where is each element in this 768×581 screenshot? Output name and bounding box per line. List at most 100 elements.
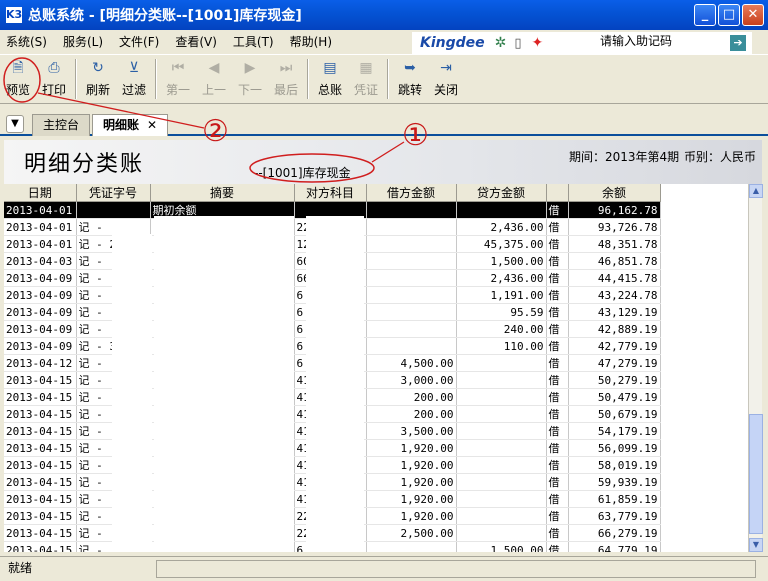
tab-dropdown-icon[interactable]: ▼ — [6, 115, 24, 133]
next-icon: ▶ — [244, 60, 256, 76]
maximize-button[interactable]: □ — [718, 4, 740, 26]
vertical-scrollbar[interactable]: ▲ ▼ — [748, 184, 763, 552]
minimize-button[interactable]: _ — [694, 4, 716, 26]
toolbar-refresh-button[interactable]: ↻ 刷新 — [80, 55, 116, 101]
table-cell — [366, 218, 457, 236]
close-window-button[interactable]: ✕ — [742, 4, 764, 26]
column-header[interactable]: 余额 — [568, 184, 661, 202]
toolbar-ledger-button[interactable]: ▤ 总账 — [312, 55, 348, 101]
table-cell: 2,436.00 — [456, 218, 547, 236]
scroll-thumb[interactable] — [749, 414, 763, 534]
toolbar-first-button[interactable]: ⏮ 第一 — [160, 55, 196, 101]
table-cell: 61,859.19 — [568, 490, 661, 508]
table-cell — [366, 337, 457, 355]
table-cell — [366, 201, 457, 219]
scroll-down-icon[interactable]: ▼ — [749, 538, 763, 552]
toolbar-separator — [155, 59, 157, 99]
toolbar-print-button[interactable]: ⎙ 打印 — [36, 55, 72, 101]
menu-file[interactable]: 文件(F) — [113, 33, 165, 50]
table-cell: 借 — [546, 490, 569, 508]
column-header[interactable]: 对方科目 — [294, 184, 367, 202]
table-cell: 2013-04-09 — [4, 320, 77, 338]
menu-view[interactable]: 查看(V) — [169, 33, 223, 50]
column-header[interactable]: 贷方金额 — [456, 184, 547, 202]
prev-icon: ◀ — [208, 60, 220, 76]
status-text: 就绪 — [8, 561, 33, 575]
toolbar-preview-button[interactable]: 🗎 预览 — [0, 55, 36, 101]
toolbar-separator — [387, 59, 389, 99]
table-cell — [366, 303, 457, 321]
column-header[interactable]: 凭证字号 — [76, 184, 151, 202]
table-cell: 借 — [546, 541, 569, 552]
toolbar-last-button[interactable]: ⏭ 最后 — [268, 55, 304, 101]
table-cell — [456, 201, 547, 219]
toolbar-filter-button[interactable]: ⊻ 过滤 — [116, 55, 152, 101]
table-cell: 54,179.19 — [568, 422, 661, 440]
toolbar-label: 过滤 — [121, 83, 146, 97]
app-window: K3 总账系统 - [明细分类账--[1001]库存现金] _ □ ✕ 系统(S… — [0, 0, 768, 581]
table-cell: 2013-04-15 — [4, 490, 77, 508]
table-cell: 2013-04-15 — [4, 541, 77, 552]
table-cell — [366, 320, 457, 338]
tab-label: 明细账 — [103, 118, 140, 132]
phone-icon: ▯ — [514, 35, 522, 51]
menu-help[interactable]: 帮助(H) — [284, 33, 338, 50]
toolbar-next-button[interactable]: ▶ 下一 — [232, 55, 268, 101]
redaction-block — [306, 216, 364, 552]
table-cell: 1,191.00 — [456, 286, 547, 304]
menu-service[interactable]: 服务(L) — [57, 33, 109, 50]
table-cell — [456, 490, 547, 508]
table-cell: 66,279.19 — [568, 524, 661, 542]
table-cell — [456, 388, 547, 406]
column-header[interactable]: 日期 — [4, 184, 77, 202]
tab-close-icon[interactable]: ✕ — [147, 118, 157, 132]
toolbar-label: 刷新 — [85, 83, 110, 97]
table-cell: 借 — [546, 201, 569, 219]
toolbar-voucher-button[interactable]: ▦ 凭证 — [348, 55, 384, 101]
toolbar: 🗎 预览 ⎙ 打印 ↻ 刷新 ⊻ 过滤 ⏮ 第一 ◀ 上一 ▶ 下一 ⏭ 最后 ▤ 总账 ▦ 凭证 … — [0, 54, 768, 104]
tab-main-console[interactable]: 主控台 — [32, 114, 91, 136]
table-cell: 借 — [546, 405, 569, 423]
scroll-up-icon[interactable]: ▲ — [749, 184, 763, 198]
table-cell — [366, 269, 457, 287]
table-header-row: 日期 凭证字号 摘要 对方科目 借方金额 贷方金额 余额 — [4, 184, 661, 202]
column-header[interactable] — [546, 184, 569, 202]
toolbar-prev-button[interactable]: ◀ 上一 — [196, 55, 232, 101]
go-button[interactable]: ➔ — [730, 35, 746, 51]
table-cell: 2013-04-15 — [4, 439, 77, 457]
title-bar: K3 总账系统 - [明细分类账--[1001]库存现金] _ □ ✕ — [0, 0, 768, 30]
menu-system[interactable]: 系统(S) — [0, 33, 53, 50]
table-cell — [366, 286, 457, 304]
column-header[interactable]: 借方金额 — [366, 184, 457, 202]
table-cell: 借 — [546, 456, 569, 474]
tab-detail-ledger[interactable]: 明细账 ✕ — [92, 114, 169, 136]
toolbar-close-button[interactable]: ⇥ 关闭 — [428, 55, 464, 101]
menu-tools[interactable]: 工具(T) — [227, 33, 280, 50]
table-cell — [366, 252, 457, 270]
toolbar-label: 跳转 — [397, 83, 422, 97]
table-cell: 借 — [546, 354, 569, 372]
table-cell: 42,779.19 — [568, 337, 661, 355]
table-cell: 借 — [546, 303, 569, 321]
table-cell — [456, 524, 547, 542]
refresh-icon: ↻ — [92, 60, 104, 76]
ledger-grid[interactable]: 日期 凭证字号 摘要 对方科目 借方金额 贷方金额 余额 2013-04-01 期初余额借 96… — [4, 184, 748, 552]
toolbar-label: 预览 — [5, 83, 30, 97]
table-cell: 240.00 — [456, 320, 547, 338]
column-header[interactable]: 摘要 — [150, 184, 295, 202]
table-cell: 63,779.19 — [568, 507, 661, 525]
table-cell: 2013-04-09 — [4, 286, 77, 304]
table-cell — [366, 541, 457, 552]
table-cell: 1,920.00 — [366, 439, 457, 457]
helper-code-input[interactable]: 请输入助记码 — [600, 32, 672, 49]
table-cell: 借 — [546, 524, 569, 542]
toolbar-label: 最后 — [273, 83, 298, 97]
table-cell — [456, 371, 547, 389]
toolbar-jump-button[interactable]: ➥ 跳转 — [392, 55, 428, 101]
table-cell: 50,479.19 — [568, 388, 661, 406]
toolbar-label: 关闭 — [433, 83, 458, 97]
table-cell: 2013-04-09 — [4, 337, 77, 355]
jump-icon: ➥ — [404, 60, 416, 76]
table-cell: 2,436.00 — [456, 269, 547, 287]
table-cell: 借 — [546, 388, 569, 406]
